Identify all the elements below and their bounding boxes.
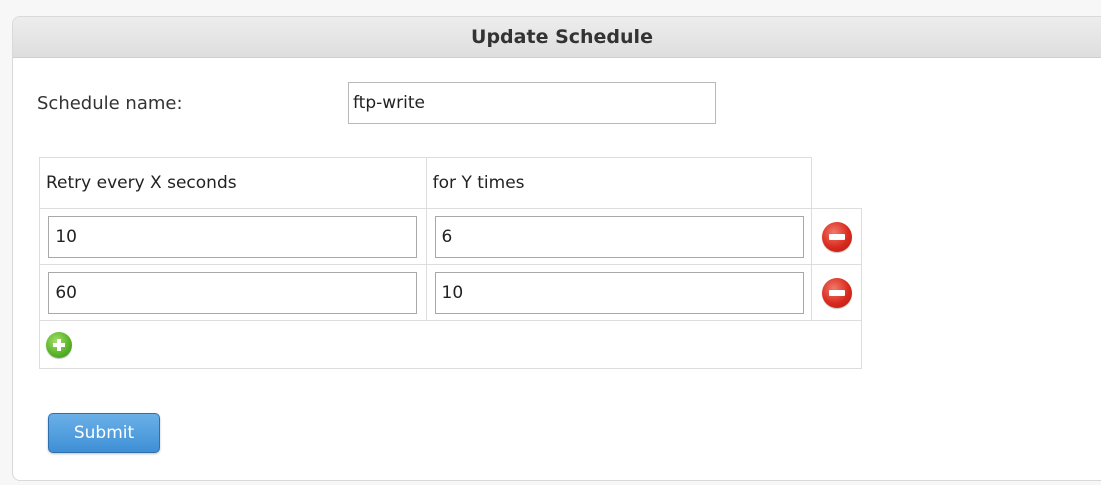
- header-retry-seconds: Retry every X seconds: [39, 157, 427, 209]
- schedule-name-input[interactable]: [348, 82, 716, 124]
- schedule-name-label: Schedule name:: [37, 93, 183, 114]
- header-times: for Y times: [425, 157, 813, 209]
- minus-circle-icon[interactable]: [821, 277, 852, 308]
- table-row: [39, 264, 862, 321]
- add-row: [39, 320, 862, 369]
- plus-circle-icon[interactable]: [46, 331, 72, 358]
- submit-button[interactable]: Submit: [48, 413, 160, 453]
- panel-title: Update Schedule: [13, 17, 1101, 58]
- retry-times-input[interactable]: [434, 271, 804, 314]
- retry-table: Retry every X seconds for Y times: [39, 157, 862, 369]
- update-schedule-panel: Update Schedule Schedule name: Retry eve…: [12, 16, 1101, 481]
- header-blank: [811, 157, 862, 209]
- retry-seconds-input[interactable]: [48, 271, 418, 314]
- minus-circle-icon[interactable]: [821, 221, 852, 252]
- retry-times-input[interactable]: [434, 215, 804, 258]
- retry-seconds-input[interactable]: [48, 215, 418, 258]
- retry-table-header: Retry every X seconds for Y times: [39, 157, 862, 209]
- schedule-name-row: Schedule name:: [37, 81, 737, 125]
- table-row: [39, 208, 862, 265]
